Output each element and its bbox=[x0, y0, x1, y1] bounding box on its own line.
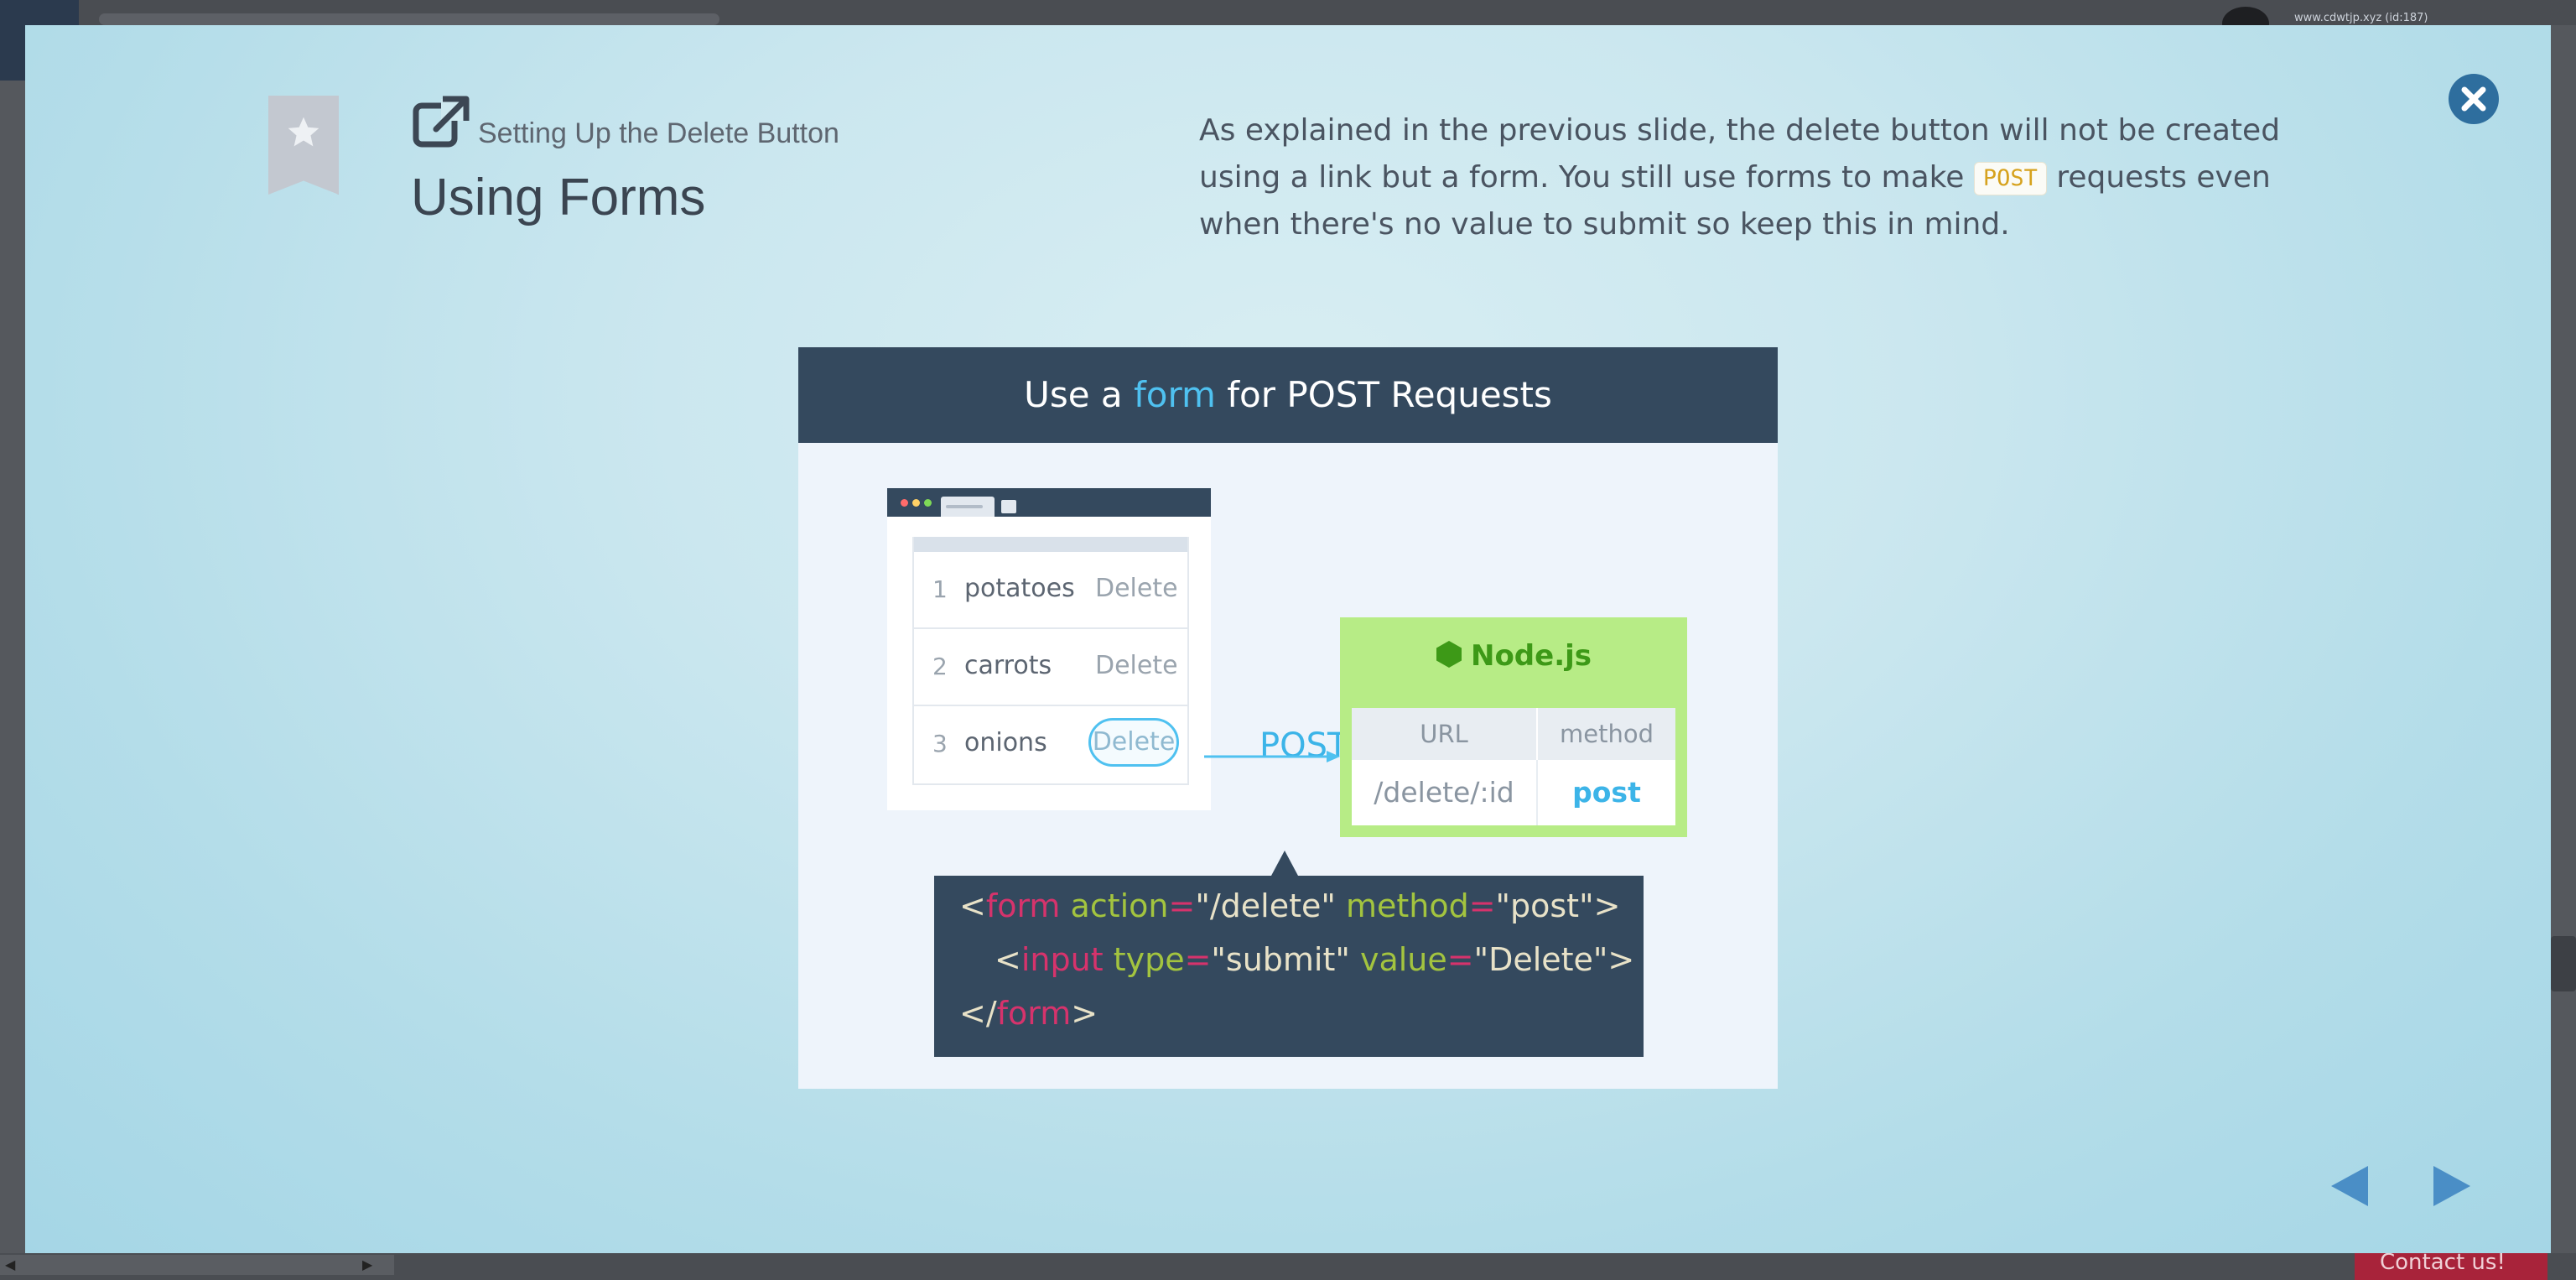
code-token: "submit" bbox=[1211, 941, 1350, 978]
code-token: = bbox=[1468, 887, 1496, 924]
star-icon bbox=[288, 117, 319, 147]
route-method-cell: post bbox=[1572, 776, 1641, 809]
route-url-cell: /delete/:id bbox=[1352, 760, 1538, 825]
slide-title-post: for POST Requests bbox=[1215, 374, 1552, 415]
background-vertical-scrollbar[interactable] bbox=[2551, 936, 2576, 991]
nodejs-label: Node.js bbox=[1470, 639, 1592, 673]
code-snippet: <form action="/delete" method="post"> <i… bbox=[934, 851, 1644, 1057]
route-header-method: method bbox=[1538, 708, 1675, 760]
page-title: Using Forms bbox=[411, 169, 706, 226]
code-token: type bbox=[1113, 941, 1185, 978]
browser-title-bar bbox=[887, 488, 1211, 517]
next-arrow-icon[interactable] bbox=[2428, 1159, 2475, 1213]
code-token: = bbox=[1446, 941, 1474, 978]
item-name: carrots bbox=[964, 651, 1052, 680]
code-token: "post" bbox=[1495, 887, 1594, 924]
code-token: </ bbox=[959, 995, 997, 1032]
code-token: method bbox=[1345, 887, 1469, 924]
list-item: 3 onions Delete bbox=[912, 706, 1189, 783]
code-token: = bbox=[1184, 941, 1212, 978]
code-pointer bbox=[1271, 851, 1298, 876]
item-name: potatoes bbox=[964, 574, 1075, 603]
browser-close-dot bbox=[901, 499, 908, 507]
browser-minimize-dot bbox=[912, 499, 920, 507]
external-link-icon[interactable] bbox=[413, 94, 471, 148]
code-token: form bbox=[985, 887, 1061, 924]
slide-title: Use a form for POST Requests bbox=[798, 347, 1778, 443]
code-line-1: <form action="/delete" method="post"> bbox=[959, 887, 1620, 924]
delete-link[interactable]: Delete bbox=[1095, 651, 1178, 680]
prev-arrow-icon[interactable] bbox=[2326, 1159, 2373, 1213]
nodejs-server-box: Node.js URL method /delete/:id post bbox=[1340, 617, 1687, 837]
code-token: = bbox=[1168, 887, 1196, 924]
background-user-text: www.cdwtjp.xyz (id:187) bbox=[2294, 12, 2428, 24]
scroll-right-icon[interactable]: ▶ bbox=[362, 1255, 372, 1275]
list-item: 1 potatoes Delete bbox=[912, 552, 1189, 629]
code-token: > bbox=[1071, 995, 1098, 1032]
browser-maximize-dot bbox=[924, 499, 932, 507]
request-arrow-icon bbox=[1204, 751, 1340, 762]
delete-button-highlighted[interactable]: Delete bbox=[1088, 718, 1179, 767]
slide-modal: Setting Up the Delete Button Using Forms… bbox=[25, 25, 2551, 1253]
delete-link[interactable]: Delete bbox=[1095, 574, 1178, 603]
lesson-description: As explained in the previous slide, the … bbox=[1199, 107, 2289, 248]
slide-title-pre: Use a bbox=[1024, 374, 1134, 415]
item-number: 1 bbox=[932, 575, 948, 603]
inline-code-post: POST bbox=[1973, 162, 2047, 195]
code-token: > bbox=[1607, 941, 1635, 978]
code-line-3: </form> bbox=[959, 995, 1098, 1032]
browser-mockup: 1 potatoes Delete 2 carrots Delete 3 oni… bbox=[887, 488, 1211, 810]
close-icon[interactable] bbox=[2447, 72, 2501, 126]
code-token: action bbox=[1070, 887, 1169, 924]
code-token: value bbox=[1359, 941, 1447, 978]
browser-tab-label bbox=[946, 505, 983, 508]
scroll-left-icon[interactable]: ◀ bbox=[5, 1255, 15, 1275]
item-number: 3 bbox=[932, 730, 948, 757]
code-line-2: <input type="submit" value="Delete"> bbox=[995, 941, 1634, 978]
route-header-url: URL bbox=[1352, 708, 1538, 760]
code-token: form bbox=[996, 995, 1072, 1032]
route-table: URL method /delete/:id post bbox=[1352, 708, 1675, 825]
code-token: < bbox=[995, 941, 1021, 978]
item-name: onions bbox=[964, 728, 1047, 757]
list-item: 2 carrots Delete bbox=[912, 629, 1189, 706]
slide-illustration: Use a form for POST Requests 1 potatoes … bbox=[798, 347, 1778, 1089]
lesson-subtitle: Setting Up the Delete Button bbox=[478, 117, 839, 149]
bookmark-button[interactable] bbox=[268, 96, 339, 195]
background-horizontal-scrollbar[interactable]: ◀ ▶ bbox=[0, 1255, 394, 1275]
code-token: "Delete" bbox=[1473, 941, 1608, 978]
browser-new-tab bbox=[1001, 500, 1016, 513]
code-token: > bbox=[1593, 887, 1621, 924]
nodejs-title: Node.js bbox=[1340, 639, 1687, 673]
slide-title-highlight: form bbox=[1133, 374, 1216, 415]
item-number: 2 bbox=[932, 653, 948, 680]
background-search-bar bbox=[99, 13, 719, 25]
nodejs-hexagon-icon bbox=[1436, 641, 1462, 668]
code-token: < bbox=[959, 887, 986, 924]
code-token: input bbox=[1021, 941, 1104, 978]
code-token: "/delete" bbox=[1195, 887, 1336, 924]
